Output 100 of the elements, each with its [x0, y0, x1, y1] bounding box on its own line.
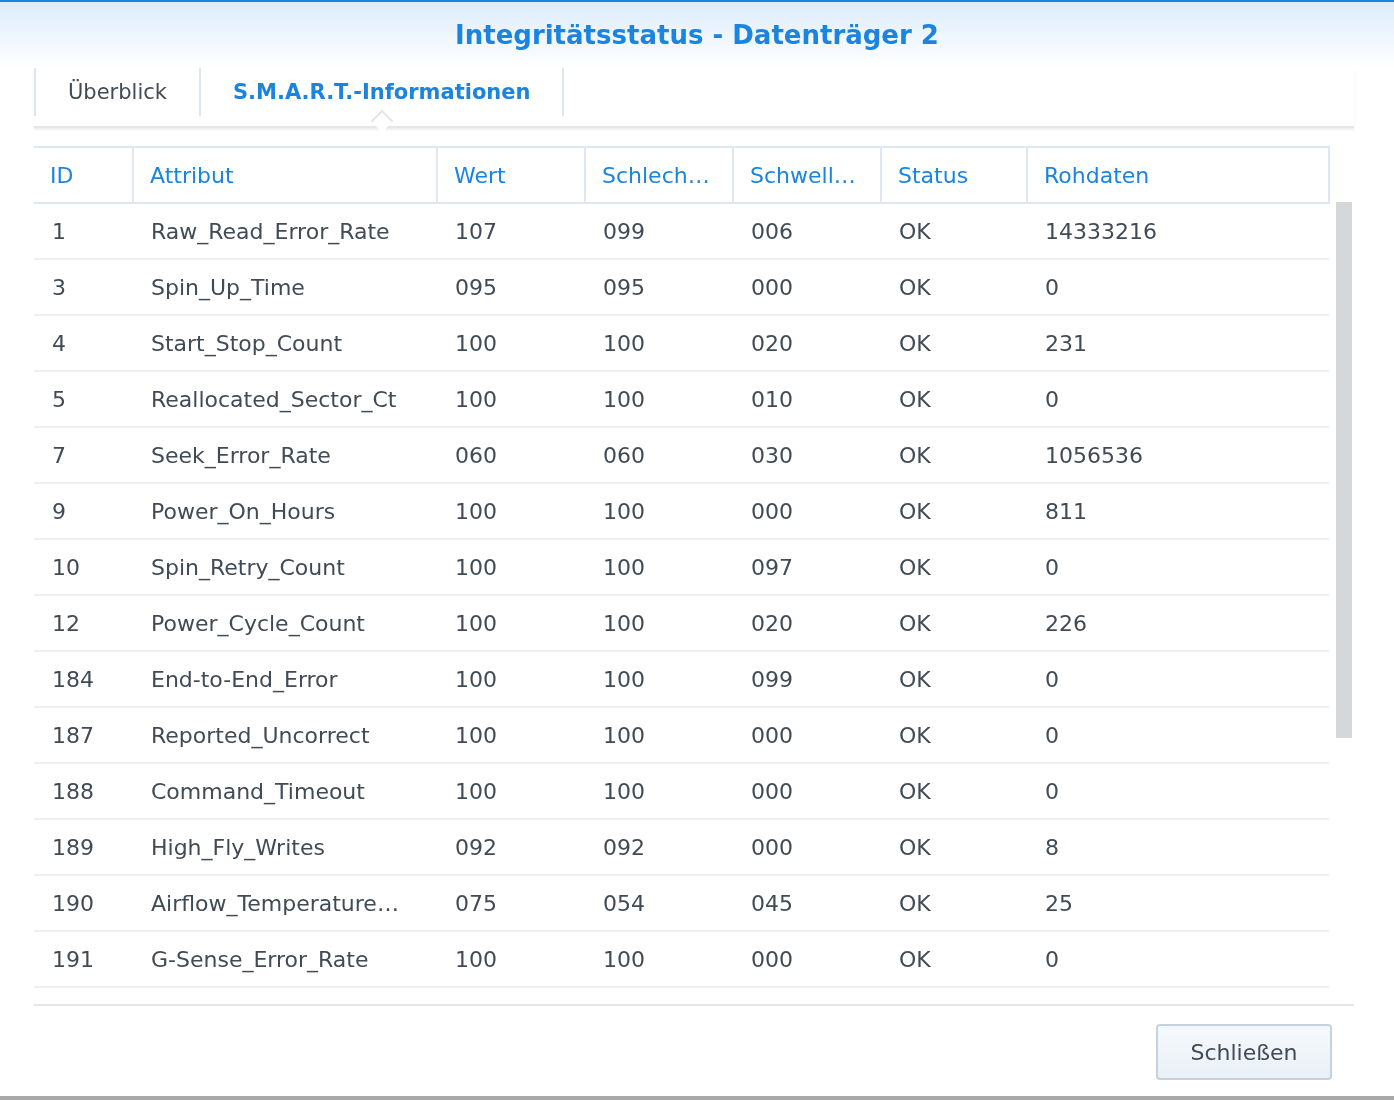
- table-cell: 0: [1027, 539, 1329, 595]
- table-cell: 14333216: [1027, 203, 1329, 259]
- table-cell: 3: [34, 259, 133, 315]
- table-cell: 100: [437, 931, 585, 987]
- table-cell: 12: [34, 595, 133, 651]
- table-cell: 100: [585, 315, 733, 371]
- table-cell: Start_Stop_Count: [133, 315, 437, 371]
- table-cell: 100: [437, 371, 585, 427]
- table-cell: Spin_Retry_Count: [133, 539, 437, 595]
- table-cell: 191: [34, 931, 133, 987]
- table-cell: OK: [881, 315, 1027, 371]
- table-cell: 097: [733, 539, 881, 595]
- table-cell: 226: [1027, 595, 1329, 651]
- table-cell: 095: [585, 259, 733, 315]
- table-cell: 010: [733, 371, 881, 427]
- tab[interactable]: Überblick: [34, 68, 199, 116]
- table-cell: Raw_Read_Error_Rate: [133, 203, 437, 259]
- table-cell: Seek_Error_Rate: [133, 427, 437, 483]
- table-cell: 811: [1027, 483, 1329, 539]
- table-cell: 000: [733, 763, 881, 819]
- table-cell: 054: [585, 875, 733, 931]
- table-cell: 231: [1027, 315, 1329, 371]
- table-cell: 0: [1027, 651, 1329, 707]
- table-cell: 0: [1027, 259, 1329, 315]
- table-cell: 1: [34, 203, 133, 259]
- table-cell: 100: [585, 763, 733, 819]
- table-cell: 189: [34, 819, 133, 875]
- column-header[interactable]: Attribut: [133, 147, 437, 203]
- table-cell: OK: [881, 371, 1027, 427]
- table-cell: 100: [585, 483, 733, 539]
- table-cell: 000: [733, 931, 881, 987]
- table-cell: OK: [881, 539, 1027, 595]
- table-cell: Reported_Uncorrect: [133, 707, 437, 763]
- table-cell: OK: [881, 763, 1027, 819]
- table-cell: 0: [1027, 763, 1329, 819]
- column-header[interactable]: Schwell…: [733, 147, 881, 203]
- table-cell: 000: [733, 259, 881, 315]
- table-cell: Power_On_Hours: [133, 483, 437, 539]
- table-cell: 187: [34, 707, 133, 763]
- table-cell: 190: [34, 875, 133, 931]
- table-cell: 0: [1027, 371, 1329, 427]
- table-cell: 25: [1027, 875, 1329, 931]
- table-cell: 100: [437, 595, 585, 651]
- table-cell: 099: [585, 203, 733, 259]
- table-cell: 107: [437, 203, 585, 259]
- dialog-title: Integritätsstatus - Datenträger 2: [455, 20, 939, 50]
- table-cell: OK: [881, 203, 1027, 259]
- table-cell: 0: [1027, 707, 1329, 763]
- table-cell: 000: [733, 707, 881, 763]
- table-cell: 100: [585, 931, 733, 987]
- table-cell: Airflow_Temperature…: [133, 875, 437, 931]
- column-header[interactable]: Schlech…: [585, 147, 733, 203]
- column-header[interactable]: Status: [881, 147, 1027, 203]
- table-cell: 045: [733, 875, 881, 931]
- table-cell: 5: [34, 371, 133, 427]
- table-cell: 000: [733, 819, 881, 875]
- table-cell: 075: [437, 875, 585, 931]
- table-cell: Spin_Up_Time: [133, 259, 437, 315]
- table-cell: High_Fly_Writes: [133, 819, 437, 875]
- table-cell: 030: [733, 427, 881, 483]
- table-cell: 1056536: [1027, 427, 1329, 483]
- table-cell: 10: [34, 539, 133, 595]
- table-cell: OK: [881, 595, 1027, 651]
- column-header[interactable]: Rohdaten: [1027, 147, 1329, 203]
- tab[interactable]: S.M.A.R.T.-Informationen: [198, 68, 565, 116]
- table-cell: 188: [34, 763, 133, 819]
- column-header[interactable]: ID: [34, 147, 133, 203]
- table-cell: 060: [585, 427, 733, 483]
- table-cell: 100: [437, 483, 585, 539]
- table-cell: 100: [437, 763, 585, 819]
- table-cell: Reallocated_Sector_Ct: [133, 371, 437, 427]
- table-cell: OK: [881, 819, 1027, 875]
- table-cell: 100: [585, 371, 733, 427]
- table-cell: 7: [34, 427, 133, 483]
- close-button[interactable]: Schließen: [1156, 1024, 1332, 1080]
- table-cell: 4: [34, 315, 133, 371]
- table-cell: 100: [437, 651, 585, 707]
- table-cell: 000: [733, 483, 881, 539]
- table-cell: 020: [733, 315, 881, 371]
- table-cell: Power_Cycle_Count: [133, 595, 437, 651]
- table-cell: OK: [881, 259, 1027, 315]
- table-cell: 060: [437, 427, 585, 483]
- table-cell: 100: [437, 539, 585, 595]
- table-cell: OK: [881, 931, 1027, 987]
- table-cell: 099: [733, 651, 881, 707]
- table-cell: End-to-End_Error: [133, 651, 437, 707]
- table-cell: 006: [733, 203, 881, 259]
- table-cell: 184: [34, 651, 133, 707]
- scrollbar[interactable]: [1336, 202, 1352, 738]
- table-cell: Command_Timeout: [133, 763, 437, 819]
- table-cell: 8: [1027, 819, 1329, 875]
- column-header[interactable]: Wert: [437, 147, 585, 203]
- table-cell: 100: [585, 651, 733, 707]
- table-cell: 095: [437, 259, 585, 315]
- table-cell: 092: [437, 819, 585, 875]
- table-cell: OK: [881, 875, 1027, 931]
- table-cell: OK: [881, 707, 1027, 763]
- table-cell: 100: [585, 595, 733, 651]
- table-cell: G-Sense_Error_Rate: [133, 931, 437, 987]
- table-cell: 092: [585, 819, 733, 875]
